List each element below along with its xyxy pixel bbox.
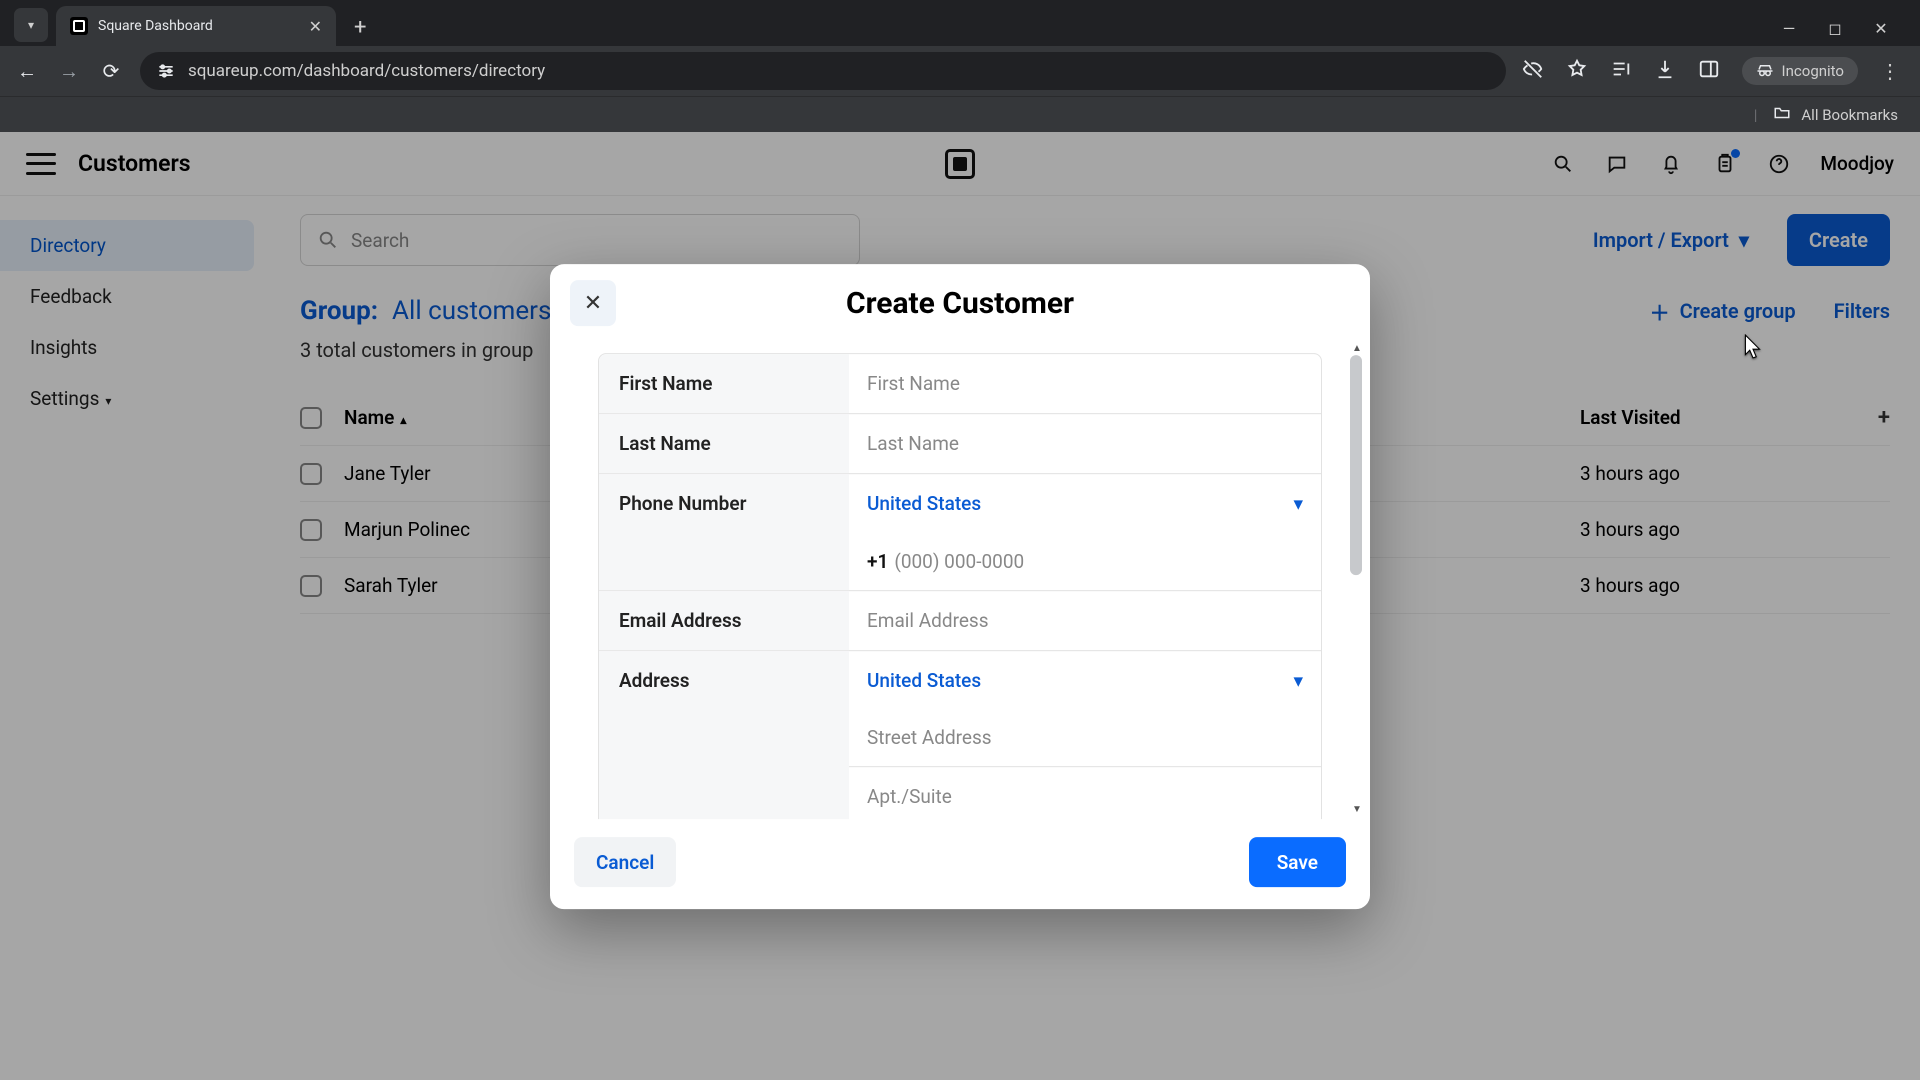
street-input[interactable]: Street Address — [849, 709, 1321, 767]
phone-label: Phone Number — [599, 474, 849, 590]
address-bar[interactable]: squareup.com/dashboard/customers/directo… — [140, 52, 1506, 90]
chevron-down-icon: ▾ — [1293, 492, 1303, 515]
folder-icon — [1773, 104, 1791, 126]
site-settings-icon[interactable] — [156, 61, 176, 81]
first-name-label: First Name — [599, 354, 849, 413]
back-button[interactable]: ← — [14, 59, 40, 84]
reload-button[interactable]: ⟳ — [98, 59, 124, 83]
scroll-up-icon[interactable]: ▲ — [1352, 343, 1362, 354]
chevron-down-icon: ▾ — [1293, 669, 1303, 692]
address-country-select[interactable]: United States ▾ — [849, 651, 1321, 709]
cancel-button[interactable]: Cancel — [574, 837, 676, 887]
first-name-input[interactable]: First Name — [849, 354, 1321, 412]
address-label: Address — [599, 651, 849, 819]
create-customer-modal: ✕ Create Customer First Name First Name … — [550, 264, 1370, 909]
downloads-icon[interactable] — [1654, 58, 1676, 84]
tab-list-dropdown[interactable]: ▾ — [14, 8, 48, 42]
incognito-label: Incognito — [1782, 62, 1844, 80]
media-control-icon[interactable] — [1610, 58, 1632, 84]
minimize-window-icon[interactable]: — — [1780, 19, 1798, 38]
email-input[interactable]: Email Address — [849, 591, 1321, 649]
last-name-input[interactable]: Last Name — [849, 414, 1321, 472]
sidepanel-icon[interactable] — [1698, 58, 1720, 84]
scroll-down-icon[interactable]: ▼ — [1352, 804, 1362, 815]
browser-tab[interactable]: Square Dashboard ✕ — [56, 6, 336, 46]
phone-country-select[interactable]: United States ▾ — [849, 474, 1321, 532]
square-favicon-icon — [70, 17, 88, 35]
all-bookmarks-link[interactable]: All Bookmarks — [1801, 106, 1898, 124]
url-text: squareup.com/dashboard/customers/directo… — [188, 61, 545, 81]
modal-title: Create Customer — [846, 286, 1074, 321]
close-tab-icon[interactable]: ✕ — [309, 17, 322, 36]
maximize-window-icon[interactable]: ◻ — [1826, 19, 1844, 38]
last-name-label: Last Name — [599, 414, 849, 473]
scroll-thumb[interactable] — [1350, 355, 1362, 575]
incognito-indicator[interactable]: Incognito — [1742, 57, 1858, 85]
close-window-icon[interactable]: ✕ — [1872, 19, 1890, 38]
apt-input[interactable]: Apt./Suite — [849, 767, 1321, 819]
forward-button[interactable]: → — [56, 59, 82, 84]
eye-off-icon[interactable] — [1522, 58, 1544, 84]
close-modal-button[interactable]: ✕ — [570, 280, 616, 326]
tab-title: Square Dashboard — [98, 18, 299, 34]
new-tab-button[interactable]: + — [344, 15, 376, 46]
email-label: Email Address — [599, 591, 849, 650]
chrome-menu-icon[interactable]: ⋮ — [1880, 59, 1900, 83]
modal-scrollbar[interactable]: ▲ ▼ — [1350, 349, 1364, 809]
phone-input[interactable]: +1 (000) 000-0000 — [849, 532, 1321, 590]
save-button[interactable]: Save — [1249, 837, 1346, 887]
bookmark-star-icon[interactable] — [1566, 58, 1588, 84]
